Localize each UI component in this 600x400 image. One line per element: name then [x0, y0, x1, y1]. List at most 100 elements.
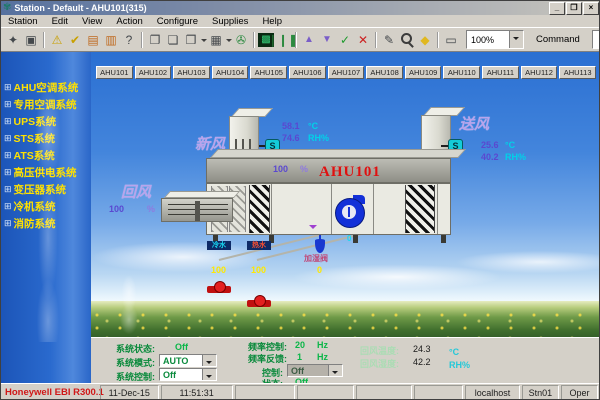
alarm-summary-icon[interactable]: ⚠	[48, 31, 66, 49]
system-mode-dropdown-icon[interactable]	[202, 355, 216, 366]
system-mode-select[interactable]: AUTO	[159, 354, 217, 367]
minimize-button[interactable]: _	[549, 2, 565, 15]
toolbar-separator	[437, 32, 439, 48]
assoc-display-icon[interactable]: ❏	[164, 31, 182, 49]
system-mode-label: 系统模式:	[97, 356, 155, 369]
station-window: ✾ Station - Default - AHU101(315) _ ❐ × …	[0, 0, 600, 400]
group-display-icon[interactable]: ❘❙❚	[274, 31, 292, 49]
tab-ahu112[interactable]: AHU112	[521, 66, 558, 79]
restore-button[interactable]: ❐	[566, 2, 582, 15]
sidebar-item-hv-power[interactable]: ⊞ 高压供电系统	[4, 164, 90, 180]
page-menu-caret-icon[interactable]	[200, 31, 207, 49]
menu-edit[interactable]: Edit	[45, 16, 75, 27]
station-connect-icon[interactable]: ✦	[4, 31, 22, 49]
grille-handle	[195, 201, 200, 221]
freq-feedback-label: 频率反馈:	[229, 352, 287, 365]
command-combo[interactable]	[592, 30, 600, 49]
tab-ahu103[interactable]: AHU103	[173, 66, 210, 79]
hot-water-valve-icon[interactable]	[247, 295, 271, 309]
print-icon[interactable]: ▦	[207, 31, 225, 49]
edit-find-icon[interactable]: ✎	[380, 31, 398, 49]
system-status-value: Off	[175, 342, 188, 352]
command-input[interactable]	[593, 33, 600, 46]
sidebar-item-label: 冷机系统	[14, 199, 56, 214]
tab-ahu106[interactable]: AHU106	[289, 66, 326, 79]
tab-ahu104[interactable]: AHU104	[212, 66, 249, 79]
tab-ahu102[interactable]: AHU102	[135, 66, 172, 79]
system-control-dropdown-icon[interactable]	[202, 369, 216, 380]
expand-icon[interactable]: ⊞	[4, 202, 12, 211]
zoom-select[interactable]: 100%	[466, 30, 524, 49]
zoom-icon[interactable]	[398, 31, 416, 49]
sidebar-item-fire[interactable]: ⊞ 消防系统	[4, 215, 90, 231]
sidebar-item-label: 专用空调系统	[14, 97, 77, 112]
expand-icon[interactable]: ⊞	[4, 117, 12, 126]
alarm-ack-icon[interactable]: ✔	[66, 31, 84, 49]
capture-icon[interactable]: ✇	[232, 31, 250, 49]
menu-supplies[interactable]: Supplies	[205, 16, 255, 27]
status-panel: 系统状态: Off 系统模式: AUTO 系统控制: Off 频率控制: 20 …	[91, 337, 600, 383]
reject-icon[interactable]: ✕	[354, 31, 372, 49]
event-summary-icon[interactable]: ▥	[102, 31, 120, 49]
expand-icon[interactable]: ⊞	[4, 185, 12, 194]
tab-ahu101[interactable]: AHU101	[96, 66, 133, 79]
sidebar-item-chiller[interactable]: ⊞ 冷机系统	[4, 198, 90, 214]
menu-action[interactable]: Action	[109, 16, 149, 27]
tab-ahu108[interactable]: AHU108	[366, 66, 403, 79]
fresh-air-rh-unit: RH%	[308, 133, 329, 143]
expand-icon[interactable]: ⊞	[4, 219, 12, 228]
sidebar-item-ats[interactable]: ⊞ ATS系统	[4, 147, 90, 163]
return-air-grille	[161, 198, 233, 222]
accept-icon[interactable]: ✓	[336, 31, 354, 49]
tab-ahu107[interactable]: AHU107	[328, 66, 365, 79]
camera-icon[interactable]: ▭	[442, 31, 460, 49]
tab-ahu111[interactable]: AHU111	[482, 66, 519, 79]
supply-fan-icon[interactable]	[335, 198, 365, 228]
sidebar-item-sts[interactable]: ⊞ STS系统	[4, 130, 90, 146]
titlebar[interactable]: ✾ Station - Default - AHU101(315) _ ❐ ×	[1, 1, 600, 15]
brand-label: Honeywell EBI R300.1	[2, 385, 98, 400]
expand-icon[interactable]: ⊞	[4, 168, 12, 177]
tab-ahu110[interactable]: AHU110	[443, 66, 480, 79]
sidebar-item-transformer[interactable]: ⊞ 变压器系统	[4, 181, 90, 197]
control-select[interactable]: Off	[287, 364, 343, 377]
toolbar-separator	[295, 32, 297, 48]
sidebar-item-dedicated-ac[interactable]: ⊞ 专用空调系统	[4, 96, 90, 112]
expand-icon[interactable]: ⊞	[4, 134, 12, 143]
toolbar-separator	[43, 32, 45, 48]
user-cell: Oper	[561, 385, 598, 400]
control-dropdown-icon[interactable]	[328, 365, 342, 376]
zoom-dropdown-icon[interactable]	[509, 31, 523, 48]
unit-top-face	[210, 149, 466, 158]
freq-control-value: 20	[295, 340, 305, 350]
chilled-water-valve-icon[interactable]	[207, 281, 231, 295]
print-caret-icon[interactable]	[225, 31, 232, 49]
ahu-tab-row: AHU101 AHU102 AHU103 AHU104 AHU105 AHU10…	[96, 66, 596, 79]
close-button[interactable]: ×	[583, 2, 599, 15]
raise-display-icon[interactable]: ▲	[300, 31, 318, 49]
expand-icon[interactable]: ⊞	[4, 151, 12, 160]
status-summary-icon[interactable]: ?	[120, 31, 138, 49]
freq-control-unit: Hz	[317, 340, 328, 350]
sidebar-item-ups[interactable]: ⊞ UPS系统	[4, 113, 90, 129]
section-divider	[331, 184, 332, 234]
tab-ahu109[interactable]: AHU109	[405, 66, 442, 79]
expand-icon[interactable]: ⊞	[4, 83, 12, 92]
sidebar-item-ahu[interactable]: ⊞ AHU空调系统	[4, 79, 90, 95]
system-control-select[interactable]: Off	[159, 368, 217, 381]
menu-view[interactable]: View	[75, 16, 109, 27]
tab-ahu113[interactable]: AHU113	[559, 66, 596, 79]
page-menu-icon[interactable]: ❒	[182, 31, 200, 49]
station-display-icon[interactable]: ▣	[22, 31, 40, 49]
system-status-label: 系统状态:	[97, 342, 155, 355]
message-summary-icon[interactable]: ▤	[84, 31, 102, 49]
lower-display-icon[interactable]: ▼	[318, 31, 336, 49]
page-recall-icon[interactable]: ❐	[146, 31, 164, 49]
tab-ahu105[interactable]: AHU105	[250, 66, 287, 79]
expand-icon[interactable]: ⊞	[4, 100, 12, 109]
menu-station[interactable]: Station	[1, 16, 45, 27]
priority-diamond-icon[interactable]: ◆	[416, 31, 434, 49]
menu-configure[interactable]: Configure	[150, 16, 205, 27]
menu-help[interactable]: Help	[255, 16, 289, 27]
status-cell-empty	[235, 385, 295, 400]
